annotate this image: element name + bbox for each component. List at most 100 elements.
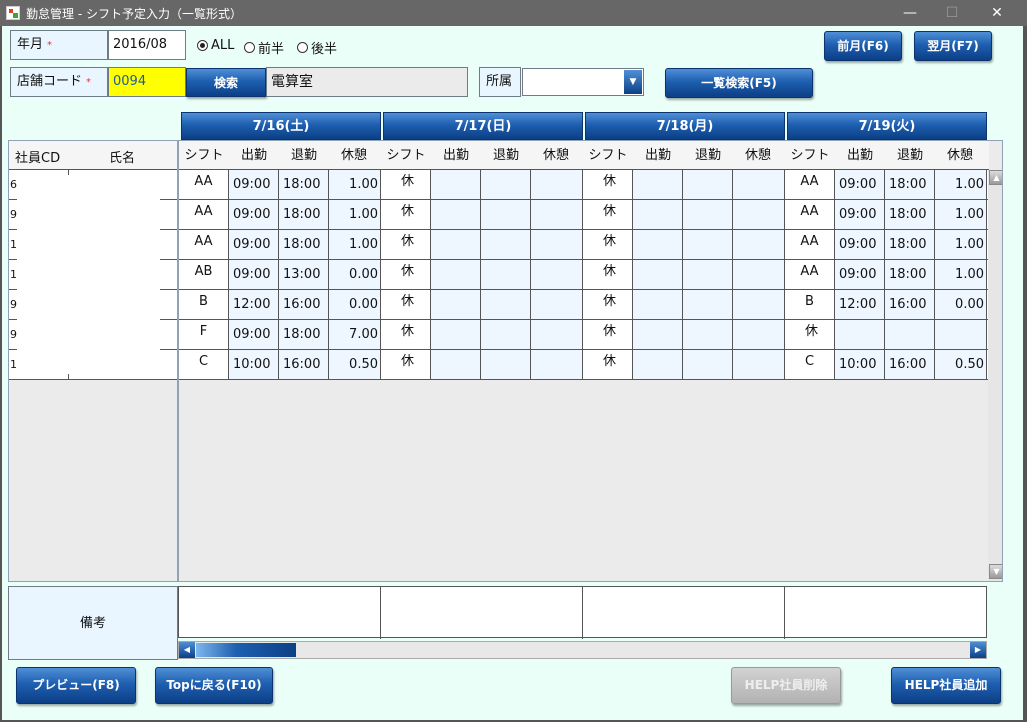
shift-cell[interactable]: AA [785, 200, 835, 229]
shift-cell[interactable]: 休 [381, 290, 431, 319]
shift-cell[interactable]: AA [785, 170, 835, 199]
remarks-input[interactable] [178, 586, 987, 639]
break-cell[interactable]: 1.00 [935, 200, 987, 229]
start-time-cell[interactable]: 12:00 [229, 290, 279, 319]
start-time-cell[interactable] [633, 170, 683, 199]
end-time-cell[interactable]: 18:00 [279, 170, 329, 199]
shift-cell[interactable]: 休 [583, 290, 633, 319]
end-time-cell[interactable]: 16:00 [279, 350, 329, 379]
shift-row[interactable]: AA 09:00 18:00 1.00 休休 AA 09:00 18:00 1.00 [179, 200, 989, 230]
start-time-cell[interactable] [835, 320, 885, 349]
start-time-cell[interactable]: 09:00 [229, 200, 279, 229]
break-cell[interactable]: 0.50 [935, 350, 987, 379]
shift-cell[interactable]: AA [179, 200, 229, 229]
shift-cell[interactable]: C [179, 350, 229, 379]
preview-button[interactable]: プレビュー(F8) [16, 667, 136, 704]
end-time-cell[interactable] [481, 260, 531, 289]
break-cell[interactable]: 1.00 [329, 230, 381, 259]
end-time-cell[interactable] [481, 320, 531, 349]
shift-cell[interactable]: 休 [583, 260, 633, 289]
scroll-left-icon[interactable]: ◀ [179, 642, 195, 658]
end-time-cell[interactable]: 16:00 [885, 350, 935, 379]
start-time-cell[interactable]: 09:00 [835, 230, 885, 259]
end-time-cell[interactable]: 18:00 [279, 230, 329, 259]
shift-cell[interactable]: AA [785, 260, 835, 289]
end-time-cell[interactable] [683, 200, 733, 229]
break-cell[interactable] [733, 170, 785, 199]
end-time-cell[interactable] [683, 230, 733, 259]
horizontal-scrollbar[interactable]: ◀ ▶ [178, 641, 987, 659]
start-time-cell[interactable] [633, 320, 683, 349]
shift-cell[interactable]: 休 [381, 230, 431, 259]
shift-cell[interactable]: 休 [583, 320, 633, 349]
end-time-cell[interactable] [683, 260, 733, 289]
scroll-right-icon[interactable]: ▶ [970, 642, 986, 658]
break-cell[interactable] [531, 320, 583, 349]
start-time-cell[interactable]: 09:00 [835, 170, 885, 199]
shift-cell[interactable]: 休 [583, 230, 633, 259]
dept-select[interactable]: ▼ [522, 68, 644, 96]
shift-cell[interactable]: 休 [381, 320, 431, 349]
shift-row[interactable]: F 09:00 18:00 7.00 休休休 [179, 320, 989, 350]
break-cell[interactable] [733, 350, 785, 379]
radio-first-half[interactable]: 前半 [244, 38, 284, 57]
start-time-cell[interactable]: 09:00 [835, 260, 885, 289]
break-cell[interactable] [733, 320, 785, 349]
shift-cell[interactable]: AA [179, 170, 229, 199]
shift-cell[interactable]: AA [179, 230, 229, 259]
break-cell[interactable]: 0.00 [329, 260, 381, 289]
end-time-cell[interactable]: 18:00 [885, 260, 935, 289]
break-cell[interactable]: 1.00 [329, 200, 381, 229]
start-time-cell[interactable]: 10:00 [835, 350, 885, 379]
shift-cell[interactable]: AB [179, 260, 229, 289]
break-cell[interactable] [733, 290, 785, 319]
chevron-down-icon[interactable]: ▼ [624, 70, 642, 94]
end-time-cell[interactable]: 13:00 [279, 260, 329, 289]
shift-row[interactable]: C 10:00 16:00 0.50 休休 C 10:00 16:00 0.50 [179, 350, 989, 380]
shift-cell[interactable]: 休 [583, 200, 633, 229]
end-time-cell[interactable] [481, 350, 531, 379]
shift-cell[interactable]: AA [785, 230, 835, 259]
close-button[interactable]: ✕ [982, 2, 1012, 24]
end-time-cell[interactable]: 16:00 [279, 290, 329, 319]
end-time-cell[interactable] [683, 350, 733, 379]
start-time-cell[interactable]: 09:00 [229, 230, 279, 259]
shift-cell[interactable]: 休 [381, 260, 431, 289]
start-time-cell[interactable] [431, 290, 481, 319]
start-time-cell[interactable] [633, 200, 683, 229]
shift-row[interactable]: AB 09:00 13:00 0.00 休休 AA 09:00 18:00 1.00 [179, 260, 989, 290]
start-time-cell[interactable] [431, 260, 481, 289]
store-code-input[interactable]: 0094 [108, 67, 186, 97]
break-cell[interactable] [733, 260, 785, 289]
end-time-cell[interactable] [683, 290, 733, 319]
end-time-cell[interactable] [683, 170, 733, 199]
start-time-cell[interactable] [431, 170, 481, 199]
break-cell[interactable] [531, 170, 583, 199]
start-time-cell[interactable]: 10:00 [229, 350, 279, 379]
scroll-thumb[interactable] [196, 643, 296, 657]
shift-cell[interactable]: C [785, 350, 835, 379]
list-search-button[interactable]: 一覧検索(F5) [665, 68, 813, 98]
break-cell[interactable] [935, 320, 987, 349]
year-month-input[interactable]: 2016/08 [108, 30, 186, 60]
end-time-cell[interactable]: 18:00 [885, 170, 935, 199]
end-time-cell[interactable] [885, 320, 935, 349]
shift-cell[interactable]: 休 [381, 350, 431, 379]
shift-row[interactable]: AA 09:00 18:00 1.00 休休 AA 09:00 18:00 1.00 [179, 170, 989, 200]
end-time-cell[interactable] [481, 290, 531, 319]
end-time-cell[interactable]: 16:00 [885, 290, 935, 319]
start-time-cell[interactable] [431, 320, 481, 349]
start-time-cell[interactable] [431, 200, 481, 229]
end-time-cell[interactable]: 18:00 [279, 200, 329, 229]
start-time-cell[interactable]: 09:00 [229, 260, 279, 289]
break-cell[interactable] [531, 260, 583, 289]
scroll-down-icon[interactable]: ▼ [989, 564, 1002, 579]
shift-cell[interactable]: 休 [381, 170, 431, 199]
break-cell[interactable]: 0.00 [329, 290, 381, 319]
break-cell[interactable]: 1.00 [935, 170, 987, 199]
minimize-button[interactable]: — [895, 2, 925, 24]
search-button[interactable]: 検索 [186, 68, 266, 97]
start-time-cell[interactable] [633, 230, 683, 259]
end-time-cell[interactable] [481, 170, 531, 199]
break-cell[interactable] [531, 350, 583, 379]
